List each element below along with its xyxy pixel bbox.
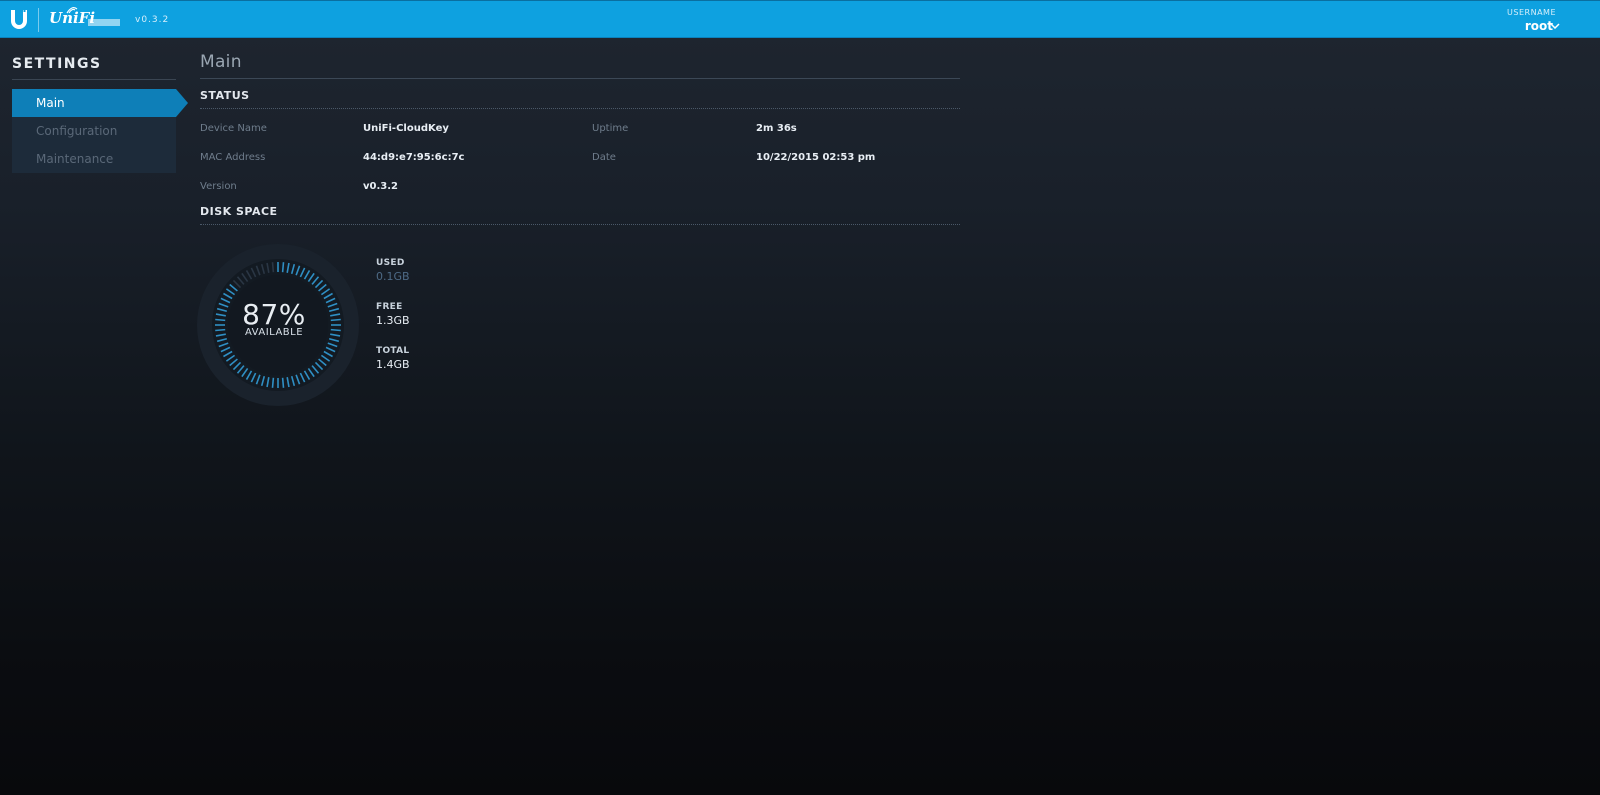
status-grid: Device Name UniFi-CloudKey Uptime 2m 36s… [200,109,960,205]
gauge-tick [271,377,275,388]
device-name-label: Device Name [200,123,267,134]
sidebar-item-configuration[interactable]: Configuration [12,117,176,145]
disk-space-panel: 87% AVAILABLE USED 0.1GB FREE 1.3GB TOTA… [197,225,960,435]
app-version: v0.3.2 [135,15,170,25]
mac-address-value: 44:d9:e7:95:6c:7c [363,152,465,163]
version-value: v0.3.2 [363,181,398,192]
available-label: AVAILABLE [244,327,304,338]
used-label: USED [376,258,405,268]
device-name-value: UniFi-CloudKey [363,123,449,134]
settings-sidebar: SETTINGS Main Configuration Maintenance [12,56,188,173]
used-value: 0.1GB [376,270,410,283]
username-value[interactable]: root [1525,19,1553,33]
date-value: 10/22/2015 02:53 pm [756,152,876,163]
page-title: Main [200,52,960,79]
total-stat: TOTAL 1.4GB [376,346,410,371]
logo-strip [88,19,120,26]
free-value: 1.3GB [376,314,410,327]
chevron-down-icon[interactable] [1550,23,1560,29]
version-label: Version [200,181,237,192]
status-section-title: STATUS [200,89,960,109]
username-label: USERNAME [1507,8,1556,17]
free-stat: FREE 1.3GB [376,302,410,327]
sidebar-item-main[interactable]: Main [12,89,188,117]
logo-divider [38,8,39,32]
mac-address-label: MAC Address [200,152,266,163]
disk-gauge: 87% AVAILABLE [196,243,360,407]
date-label: Date [592,152,616,163]
uptime-label: Uptime [592,123,629,134]
ubiquiti-logo-icon[interactable] [10,10,28,30]
free-label: FREE [376,302,403,312]
gauge-tick [271,262,275,273]
top-bar: UniFi v0.3.2 USERNAME root [0,0,1600,38]
main-content: Main STATUS Device Name UniFi-CloudKey U… [197,52,960,435]
gauge-tick [281,262,285,273]
total-value: 1.4GB [376,358,410,371]
gauge-tick [281,377,285,388]
uptime-value: 2m 36s [756,123,797,134]
sidebar-title: SETTINGS [12,56,176,80]
sidebar-item-maintenance[interactable]: Maintenance [12,145,176,173]
total-label: TOTAL [376,346,410,356]
used-stat: USED 0.1GB [376,258,410,283]
disk-space-section-title: DISK SPACE [200,205,960,225]
